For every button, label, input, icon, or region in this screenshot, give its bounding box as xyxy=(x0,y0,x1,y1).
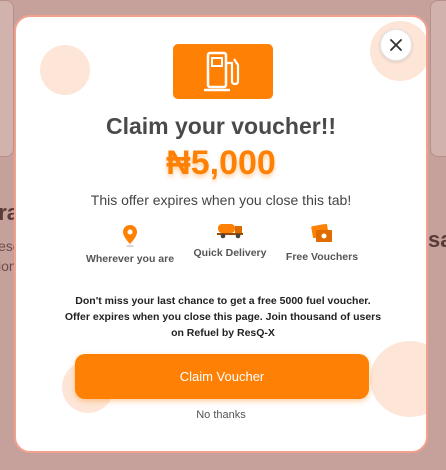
background-card-left xyxy=(0,0,14,157)
offer-message: Don't miss your last chance to get a fre… xyxy=(46,293,400,341)
voucher-icon xyxy=(311,223,332,242)
voucher-amount: ₦5,000 xyxy=(166,144,276,182)
decor-circle-top-left xyxy=(40,45,90,95)
background-heading-right: sa xyxy=(428,227,446,252)
feature-label: Quick Delivery xyxy=(193,247,267,259)
offer-message-line-3: on Refuel by ResQ-X xyxy=(171,327,275,339)
claim-voucher-button[interactable]: Claim Voucher xyxy=(75,354,369,399)
location-pin-icon xyxy=(123,225,137,248)
header-icon-box xyxy=(173,44,273,99)
fuel-truck-icon xyxy=(217,224,243,239)
feature-wherever: Wherever you are xyxy=(80,224,180,265)
background-card-right xyxy=(430,0,446,157)
offer-message-line-2: Offer expires when you close this page. … xyxy=(64,311,382,323)
feature-label: Free Vouchers xyxy=(285,251,359,263)
decor-circle-bottom-right xyxy=(370,341,426,417)
fuel-pump-icon xyxy=(204,51,240,91)
feature-label: Wherever you are xyxy=(85,253,175,265)
no-thanks-link[interactable]: No thanks xyxy=(16,409,426,421)
feature-free-vouchers: Free Vouchers xyxy=(272,222,372,263)
modal-title: Claim your voucher!! xyxy=(105,113,337,139)
close-button[interactable] xyxy=(380,29,412,61)
feature-quick-delivery: Quick Delivery xyxy=(180,220,280,259)
expiry-notice: This offer expires when you close this t… xyxy=(90,192,352,208)
offer-message-line-1: Don't miss your last chance to get a fre… xyxy=(75,295,371,307)
voucher-modal: Claim your voucher!! ₦5,000 This offer e… xyxy=(14,15,428,453)
close-icon xyxy=(390,39,402,51)
